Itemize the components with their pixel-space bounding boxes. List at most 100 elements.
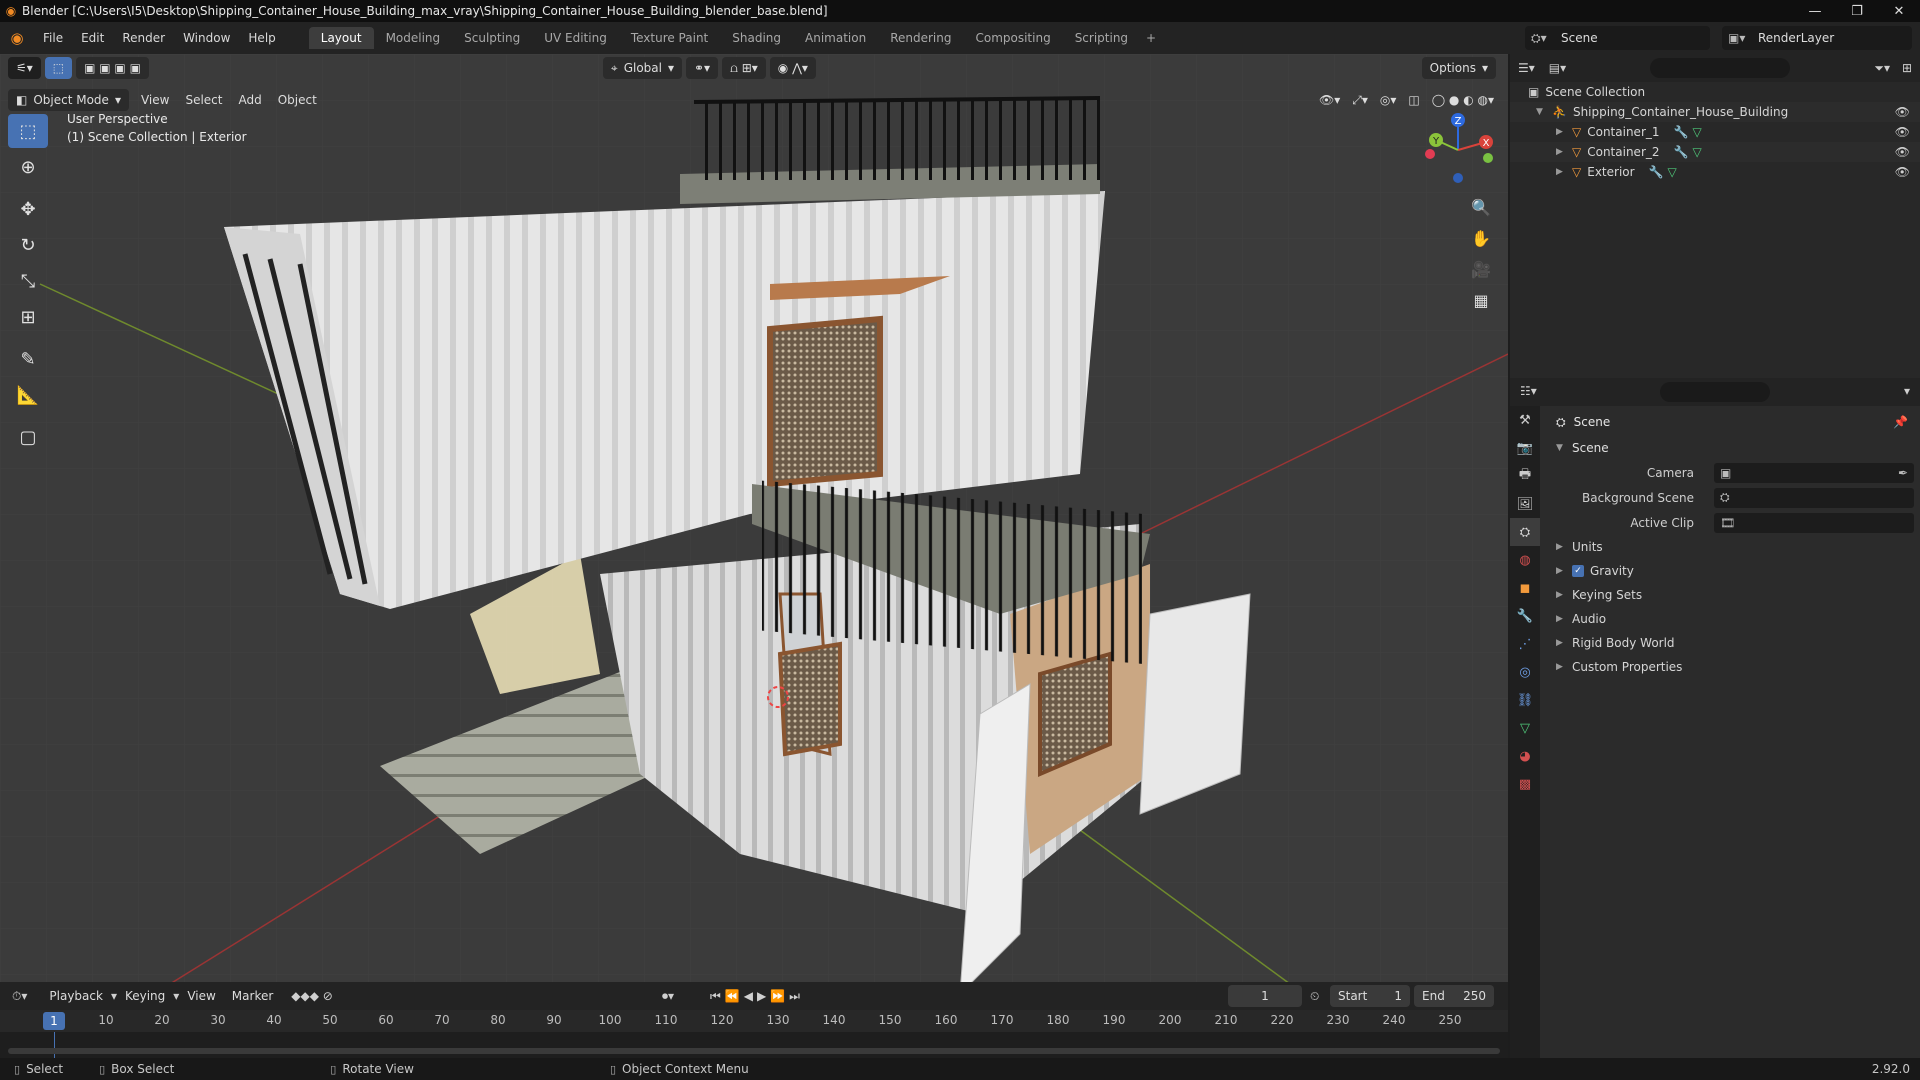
measure-tool[interactable]: 📐 — [8, 378, 48, 412]
gravity-checkbox[interactable]: ✓ — [1572, 565, 1584, 577]
material-tab-icon[interactable]: ◕ — [1510, 742, 1540, 770]
constraints-tab-icon[interactable]: ⛓ — [1510, 686, 1540, 714]
pan-hand-icon[interactable]: ✋ — [1466, 223, 1496, 253]
active-clip-input[interactable]: 🎞 — [1714, 512, 1914, 533]
outliner-row-collection[interactable]: ▼ ⛹ Shipping_Container_House_Building 👁 — [1510, 102, 1920, 122]
end-frame-input[interactable]: End 250 — [1414, 985, 1494, 1007]
tool-tab-icon[interactable]: ⚒ — [1510, 406, 1540, 434]
tab-modeling[interactable]: Modeling — [374, 27, 453, 49]
background-scene-input[interactable]: ⛭ — [1714, 487, 1914, 508]
outliner-row-exterior[interactable]: ▶ ▽ Exterior 🔧 ▽ 👁 — [1510, 162, 1920, 182]
particles-tab-icon[interactable]: ⋰ — [1510, 630, 1540, 658]
select-box-tool[interactable]: ⬚ — [8, 114, 48, 148]
view-layer-tab-icon[interactable]: 🖼 — [1510, 490, 1540, 518]
custom-properties-panel-header[interactable]: ▶ Custom Properties — [1544, 655, 1916, 679]
visibility-eye-icon[interactable]: 👁 — [1895, 125, 1910, 139]
texture-tab-icon[interactable]: ▩ — [1510, 770, 1540, 798]
physics-tab-icon[interactable]: ◎ — [1510, 658, 1540, 686]
pivot-point-button[interactable]: ⚭▾ — [686, 57, 719, 79]
start-frame-input[interactable]: Start 1 — [1330, 985, 1410, 1007]
world-tab-icon[interactable]: ◍ — [1510, 546, 1540, 574]
object-tab-icon[interactable]: ◼ — [1510, 574, 1540, 602]
timeline-menu-marker[interactable]: Marker — [224, 989, 281, 1003]
options-dropdown[interactable]: Options ▾ — [1421, 57, 1496, 79]
outliner-search-input[interactable] — [1650, 58, 1790, 78]
timeline-editor-icon[interactable]: ⏱▾ — [12, 989, 27, 1004]
rigid-body-world-panel-header[interactable]: ▶ Rigid Body World — [1544, 631, 1916, 655]
gizmo-toggle-icon[interactable]: ⤢▾ — [1352, 93, 1368, 108]
audio-panel-header[interactable]: ▶ Audio — [1544, 607, 1916, 631]
viewport-menu-select[interactable]: Select — [177, 93, 230, 107]
pin-icon[interactable]: 📌 — [1893, 415, 1908, 429]
camera-view-icon[interactable]: 🎥 — [1466, 254, 1496, 284]
selection-mode-buttons[interactable]: ▣ ▣ ▣ ▣ — [76, 57, 149, 79]
transform-tool[interactable]: ⊞ — [8, 300, 48, 334]
output-tab-icon[interactable]: 🖶 — [1510, 462, 1540, 490]
viewport-menu-object[interactable]: Object — [270, 93, 325, 107]
menu-help[interactable]: Help — [239, 31, 284, 45]
expand-arrow-icon[interactable]: ▶ — [1556, 127, 1564, 137]
timeline-menu-playback[interactable]: Playback — [41, 989, 111, 1003]
properties-search-input[interactable] — [1660, 382, 1770, 402]
outliner-editor-icon[interactable]: ☰▾ — [1518, 61, 1535, 75]
display-mode-icon[interactable]: ▤▾ — [1549, 61, 1566, 75]
overlay-toggle-icon[interactable]: ◎▾ — [1380, 93, 1397, 107]
outliner-row-container-2[interactable]: ▶ ▽ Container_2 🔧 ▽ 👁 — [1510, 142, 1920, 162]
viewport-menu-view[interactable]: View — [133, 93, 177, 107]
record-icon[interactable]: ⏺▾ — [662, 989, 674, 1004]
annotate-tool[interactable]: ✎ — [8, 342, 48, 376]
visibility-eye-icon[interactable]: 👁 — [1895, 105, 1910, 119]
minimize-button[interactable]: — — [1794, 0, 1836, 22]
keying-sets-panel-header[interactable]: ▶ Keying Sets — [1544, 583, 1916, 607]
tab-animation[interactable]: Animation — [793, 27, 878, 49]
cursor-tool[interactable]: ⊕ — [8, 150, 48, 184]
tab-texture-paint[interactable]: Texture Paint — [619, 27, 720, 49]
visibility-eye-icon[interactable]: 👁 — [1895, 145, 1910, 159]
3d-viewport[interactable]: ⚟▾ ⬚ ▣ ▣ ▣ ▣ ⌖ Global ▾ ⚭▾ ⩍ ⊞▾ ◉ ⋀▾ Opt… — [0, 54, 1508, 982]
tab-compositing[interactable]: Compositing — [963, 27, 1062, 49]
properties-editor-icon[interactable]: ☷▾ — [1520, 384, 1537, 398]
scene-tab-icon[interactable]: ⛭ — [1510, 518, 1540, 546]
timeline-menu-keying[interactable]: Keying — [117, 989, 173, 1003]
chevron-down-icon[interactable]: ▾ — [1904, 384, 1910, 398]
expand-arrow-icon[interactable]: ▶ — [1556, 147, 1564, 157]
visibility-icon[interactable]: 👁▾ — [1319, 93, 1340, 107]
expand-arrow-icon[interactable]: ▶ — [1556, 167, 1564, 177]
playhead-line[interactable] — [54, 1032, 55, 1058]
close-button[interactable]: ✕ — [1878, 0, 1920, 22]
timeline-ruler[interactable]: 1 10 20 30 40 50 60 70 80 90 100 110 120… — [0, 1010, 1508, 1032]
outliner-row-scene-collection[interactable]: ▣ Scene Collection — [1510, 82, 1920, 102]
tab-shading[interactable]: Shading — [720, 27, 793, 49]
add-workspace-icon[interactable]: + — [1140, 27, 1162, 49]
playback-controls-icons[interactable]: ⏮⏪◀▶⏩⏭ — [710, 989, 804, 1004]
tab-layout[interactable]: Layout — [308, 27, 374, 49]
visibility-eye-icon[interactable]: 👁 — [1895, 165, 1910, 179]
modifier-tab-icon[interactable]: 🔧 — [1510, 602, 1540, 630]
editor-type-button[interactable]: ⚟▾ — [8, 57, 41, 79]
xray-toggle-icon[interactable]: ◫ — [1408, 93, 1419, 107]
menu-window[interactable]: Window — [174, 31, 239, 45]
timeline-track-area[interactable] — [0, 1032, 1508, 1058]
snap-button[interactable]: ⩍ ⊞▾ — [722, 57, 766, 79]
zoom-icon[interactable]: 🔍 — [1466, 192, 1496, 222]
tab-scripting[interactable]: Scripting — [1063, 27, 1140, 49]
scene-panel-header[interactable]: ▼ Scene — [1544, 436, 1916, 460]
menu-file[interactable]: File — [34, 31, 72, 45]
move-tool[interactable]: ✥ — [8, 192, 48, 226]
eyedropper-icon[interactable]: ✒ — [1898, 466, 1908, 480]
add-cube-tool[interactable]: ▢ — [8, 420, 48, 454]
proportional-edit-button[interactable]: ◉ ⋀▾ — [769, 57, 816, 79]
data-tab-icon[interactable]: ▽ — [1510, 714, 1540, 742]
viewport-menu-add[interactable]: Add — [230, 93, 269, 107]
tab-uv-editing[interactable]: UV Editing — [532, 27, 619, 49]
ortho-grid-icon[interactable]: ▦ — [1466, 285, 1496, 315]
timeline-menu-view[interactable]: View — [179, 989, 223, 1003]
transform-orientation-dropdown[interactable]: ⌖ Global ▾ — [602, 57, 682, 79]
navigation-gizmo[interactable]: Z X Y — [1418, 110, 1498, 190]
tab-rendering[interactable]: Rendering — [878, 27, 963, 49]
units-panel-header[interactable]: ▶ Units — [1544, 535, 1916, 559]
stopwatch-icon[interactable]: ⏲ — [1310, 989, 1319, 1004]
select-tool-button[interactable]: ⬚ — [44, 57, 73, 79]
menu-edit[interactable]: Edit — [72, 31, 113, 45]
keyframe-icons[interactable]: ◆◆◆ ⊘ — [291, 989, 333, 1003]
